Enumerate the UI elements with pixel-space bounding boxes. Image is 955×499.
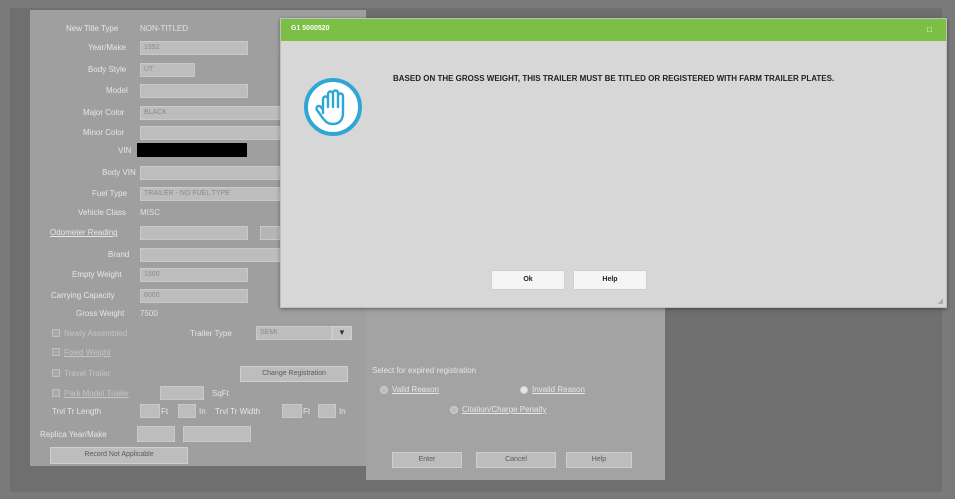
gross-weight-label: Gross Weight <box>76 309 125 318</box>
fixed-weight-checkbox[interactable] <box>52 348 60 356</box>
new-title-type-label: New Title Type <box>66 24 119 33</box>
dialog-message: BASED ON THE GROSS WEIGHT, THIS TRAILER … <box>393 74 835 83</box>
odometer-reading-label: Odometer Reading <box>50 228 118 237</box>
length-in-field[interactable] <box>178 404 196 418</box>
length-in-label: In <box>199 407 206 416</box>
dialog-title-bar[interactable]: G1 5000520 □ <box>281 19 946 41</box>
trailer-type-value: SEMI <box>260 329 278 336</box>
valid-reason-radio[interactable] <box>380 386 388 394</box>
width-ft-field[interactable] <box>282 404 302 418</box>
body-vin-label: Body VIN <box>102 168 136 177</box>
stop-hand-icon <box>304 78 362 136</box>
invalid-reason-radio[interactable] <box>520 386 528 394</box>
newly-assembled-checkbox[interactable] <box>52 329 60 337</box>
vehicle-class-label: Vehicle Class <box>78 208 127 217</box>
width-in-label: In <box>339 407 346 416</box>
cancel-button[interactable]: Cancel <box>476 452 556 468</box>
fuel-type-field[interactable]: TRAILER - NO FUEL TYPE <box>140 187 280 201</box>
major-color-field[interactable]: BLACK <box>140 106 280 120</box>
new-title-type-value: NON-TITLED <box>140 24 188 33</box>
carrying-capacity-field[interactable]: 6000 <box>140 289 248 303</box>
vin-redacted-field <box>137 143 247 157</box>
expired-registration-heading: Select for expired registration <box>372 366 477 375</box>
vehicle-class-value: MISC <box>140 208 160 217</box>
gross-weight-value: 7500 <box>140 309 158 318</box>
minor-color-field[interactable] <box>140 126 280 140</box>
park-model-trailer-label: Park Model Trailer <box>64 389 129 398</box>
alert-dialog: G1 5000520 □ BASED ON THE GROSS WEIGHT, … <box>280 18 947 308</box>
dialog-help-button[interactable]: Help <box>573 270 647 290</box>
travel-trailer-label: Travel Trailer <box>64 369 111 378</box>
citation-label: Citation/Charge Penalty <box>462 405 547 414</box>
year-field[interactable]: 1992 <box>140 41 248 55</box>
length-ft-field[interactable] <box>140 404 160 418</box>
resize-grip-icon[interactable]: ◢ <box>938 297 943 305</box>
change-registration-button[interactable]: Change Registration <box>240 366 348 382</box>
replica-year-field[interactable] <box>137 426 175 442</box>
sqft-label: SqFt <box>212 389 229 398</box>
odometer-reading-field[interactable] <box>140 226 248 240</box>
width-ft-label: Ft <box>303 407 311 416</box>
make-field-fragment[interactable]: T <box>270 44 275 53</box>
close-icon[interactable]: □ <box>927 25 932 34</box>
odometer-brand-field[interactable] <box>260 226 280 240</box>
brand-label: Brand <box>108 250 130 259</box>
carrying-capacity-label: Carrying Capacity <box>51 291 115 300</box>
dialog-title: G1 5000520 <box>291 25 330 32</box>
ok-button[interactable]: Ok <box>491 270 565 290</box>
trvl-tr-length-label: Trvl Tr Length <box>52 407 102 416</box>
trailer-type-select[interactable]: SEMI <box>256 326 332 340</box>
model-field[interactable] <box>140 84 248 98</box>
empty-weight-field[interactable]: 1500 <box>140 268 248 282</box>
year-make-label: Year/Make <box>88 43 126 52</box>
replica-year-make-label: Replica Year/Make <box>40 430 107 439</box>
invalid-reason-label: Invalid Reason <box>532 385 585 394</box>
body-vin-field[interactable] <box>140 166 280 180</box>
sqft-field[interactable] <box>160 386 204 400</box>
replica-make-field[interactable] <box>183 426 251 442</box>
trvl-tr-width-label: Trvl Tr Width <box>215 407 261 416</box>
travel-trailer-checkbox[interactable] <box>52 369 60 377</box>
model-label: Model <box>106 86 128 95</box>
citation-radio[interactable] <box>450 406 458 414</box>
width-in-field[interactable] <box>318 404 336 418</box>
vin-label: VIN <box>118 146 132 155</box>
newly-assembled-label: Newly Assembled <box>64 329 128 338</box>
chevron-down-icon[interactable]: ▼ <box>332 326 352 340</box>
valid-reason-label: Valid Reason <box>392 385 439 394</box>
body-style-label: Body Style <box>88 65 127 74</box>
fuel-type-label: Fuel Type <box>92 189 127 198</box>
brand-field[interactable] <box>140 248 280 262</box>
major-color-label: Major Color <box>83 108 125 117</box>
enter-button[interactable]: Enter <box>392 452 462 468</box>
length-ft-label: Ft <box>161 407 169 416</box>
fixed-weight-label: Fixed Weight <box>64 348 111 357</box>
record-not-applicable-button[interactable]: Record Not Applicable <box>50 447 188 464</box>
minor-color-label: Minor Color <box>83 128 125 137</box>
empty-weight-label: Empty Weight <box>72 270 122 279</box>
trailer-type-label: Trailer Type <box>190 329 232 338</box>
park-model-trailer-checkbox[interactable] <box>52 389 60 397</box>
body-style-field[interactable]: UT <box>140 63 195 77</box>
help-button[interactable]: Help <box>566 452 632 468</box>
